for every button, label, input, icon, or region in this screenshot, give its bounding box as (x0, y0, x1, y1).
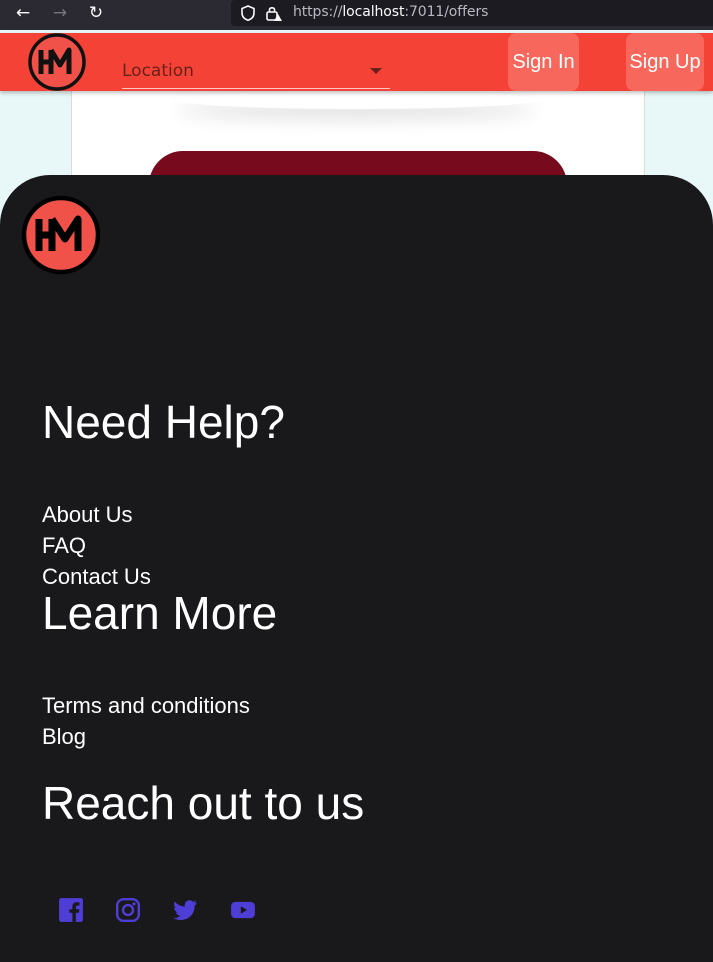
youtube-icon[interactable] (230, 897, 256, 923)
lock-warning-icon[interactable] (265, 4, 283, 22)
url-text: https://localhost:7011/offers (293, 4, 489, 20)
card-shadow (177, 91, 537, 109)
dropdown-arrow-icon[interactable] (370, 68, 382, 74)
sign-up-button[interactable]: Sign Up (626, 33, 704, 91)
blog-link[interactable]: Blog (42, 726, 86, 748)
instagram-icon[interactable] (115, 897, 141, 923)
learn-more-heading: Learn More (42, 587, 278, 639)
forward-button[interactable]: → (48, 3, 72, 23)
hm-logo[interactable] (28, 33, 86, 91)
reload-button[interactable]: ↻ (84, 3, 108, 23)
address-bar[interactable]: https://localhost:7011/offers (231, 0, 713, 26)
site-footer: Need Help? About Us FAQ Contact Us Learn… (0, 175, 713, 962)
sign-in-button[interactable]: Sign In (508, 33, 579, 91)
faq-link[interactable]: FAQ (42, 535, 86, 557)
app-header: Location Sign In Sign Up (0, 33, 713, 91)
back-button[interactable]: ← (11, 3, 35, 23)
browser-toolbar: ← → ↻ https://localhost:7011/offers (0, 0, 713, 30)
need-help-heading: Need Help? (42, 396, 285, 448)
facebook-icon[interactable] (58, 897, 84, 923)
twitter-icon[interactable] (172, 897, 198, 923)
location-select[interactable]: Location (122, 55, 390, 89)
shield-icon[interactable] (239, 4, 257, 22)
footer-hm-logo[interactable] (21, 195, 101, 275)
about-us-link[interactable]: About Us (42, 504, 133, 526)
terms-link[interactable]: Terms and conditions (42, 695, 250, 717)
location-placeholder: Location (122, 61, 194, 81)
reach-out-heading: Reach out to us (42, 777, 365, 829)
contact-us-link[interactable]: Contact Us (42, 566, 151, 588)
